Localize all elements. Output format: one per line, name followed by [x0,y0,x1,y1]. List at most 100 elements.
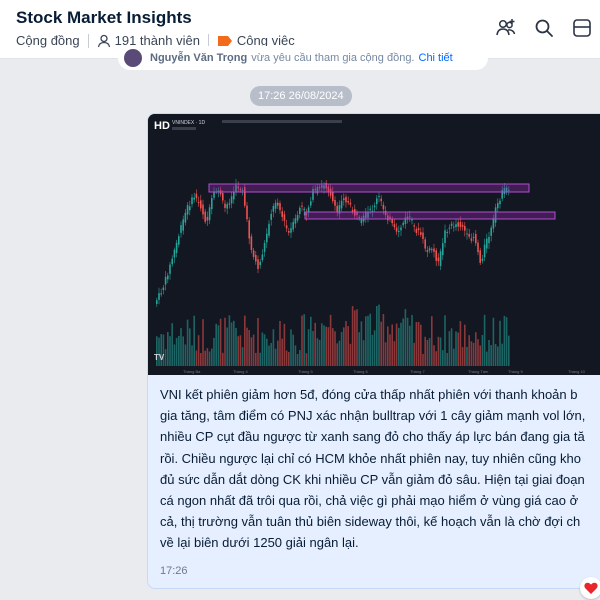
volume-bar [345,321,347,366]
candle-body [413,225,415,227]
volume-bar [189,328,191,366]
volume-bar [389,334,391,366]
volume-bar [398,327,400,366]
volume-bar [250,337,253,366]
volume-bar [417,321,420,366]
volume-bar [470,341,473,366]
volume-bar [180,328,182,366]
candle-body [455,224,457,228]
volume-bar [263,334,266,366]
candle-body [222,193,224,201]
volume-bar [468,335,470,366]
volume-bar [439,337,442,366]
volume-bar [237,336,239,366]
volume-bar [505,317,508,366]
volume-bar [310,316,312,366]
candle-body [376,198,378,204]
chart-image[interactable]: HD VNINDEX · 1D Tháng Ba Tháng 4 Tháng 5 Th… [148,114,600,375]
candle-body [270,213,272,220]
volume-bar [261,332,264,366]
candle-body [431,249,433,251]
volume-bar [358,332,360,366]
candle-body [402,222,404,226]
volume-bar [343,327,345,366]
volume-bar [461,347,464,366]
candle-body [167,275,169,280]
candle-body [347,201,349,203]
candle-body [479,250,481,263]
volume-bar [411,314,413,366]
volume-bar [252,334,255,366]
notice-text: vừa yêu cầu tham gia cộng đồng. [251,52,415,64]
volume-bar [178,335,180,366]
search-icon[interactable] [532,16,556,40]
candle-body [378,195,380,197]
candle-body [303,208,305,211]
candle-body [285,225,288,229]
volume-bar [338,340,341,366]
volume-bar [424,336,426,366]
volume-bar [437,336,440,366]
volume-bar [321,323,323,366]
volume-bar [356,309,358,366]
volume-bar [164,349,167,366]
candle-body [492,218,495,229]
message-bubble[interactable]: HD VNINDEX · 1D Tháng Ba Tháng 4 Tháng 5 Th… [147,113,600,589]
volume-bar [241,347,244,366]
volume-bar [327,327,330,366]
volume-bar [466,346,468,366]
candle-body [334,200,336,206]
volume-bar [325,326,327,366]
volume-bar [197,335,200,366]
more-icon[interactable] [570,16,594,40]
candle-body [420,232,422,235]
volume-bar [316,338,319,366]
candle-body [252,250,255,257]
volume-bar [239,335,242,366]
volume-bar [215,323,217,366]
candle-body [162,287,165,291]
volume-bar [384,342,387,366]
volume-bar [435,351,437,366]
volume-bar [202,319,204,366]
volume-bar [233,320,235,366]
volume-bar [431,316,433,366]
candle-body [391,218,393,224]
volume-bar [208,351,211,366]
volume-bar [481,334,484,366]
hd-badge: HD [154,120,170,132]
volume-bar [334,331,336,366]
candle-body [202,204,204,215]
candle-body [206,216,209,221]
volume-bar [360,321,363,366]
add-members-icon[interactable] [494,16,518,40]
candle-body [477,242,479,253]
notice-details-link[interactable]: Chi tiết [419,52,453,64]
candle-body [292,222,294,230]
message-text: VNI kết phiên giảm hơn 5đ, đóng cửa thấp… [160,387,586,551]
candle-body [470,238,473,241]
volume-bar [224,317,226,366]
volume-bar [442,350,444,366]
x-axis-label: Tháng 5 [298,369,313,374]
volume-bar [433,345,435,366]
volume-bar [191,345,193,366]
candle-body [422,232,424,240]
volume-bar [382,313,385,366]
volume-bar [206,348,209,366]
volume-bar [444,315,446,366]
volume-bar [349,343,352,366]
volume-bar [186,319,189,366]
tag-icon [217,35,233,47]
volume-bar [464,324,466,366]
avatar [124,49,142,67]
volume-bar [226,327,228,366]
volume-bar [387,326,389,366]
candle-body [433,248,435,252]
group-title[interactable]: Stock Market Insights [16,8,192,28]
heart-icon[interactable] [580,577,600,599]
candle-body [211,198,213,210]
community-label[interactable]: Cộng đồng [16,33,80,48]
volume-bar [266,338,268,366]
candle-body [417,228,420,231]
